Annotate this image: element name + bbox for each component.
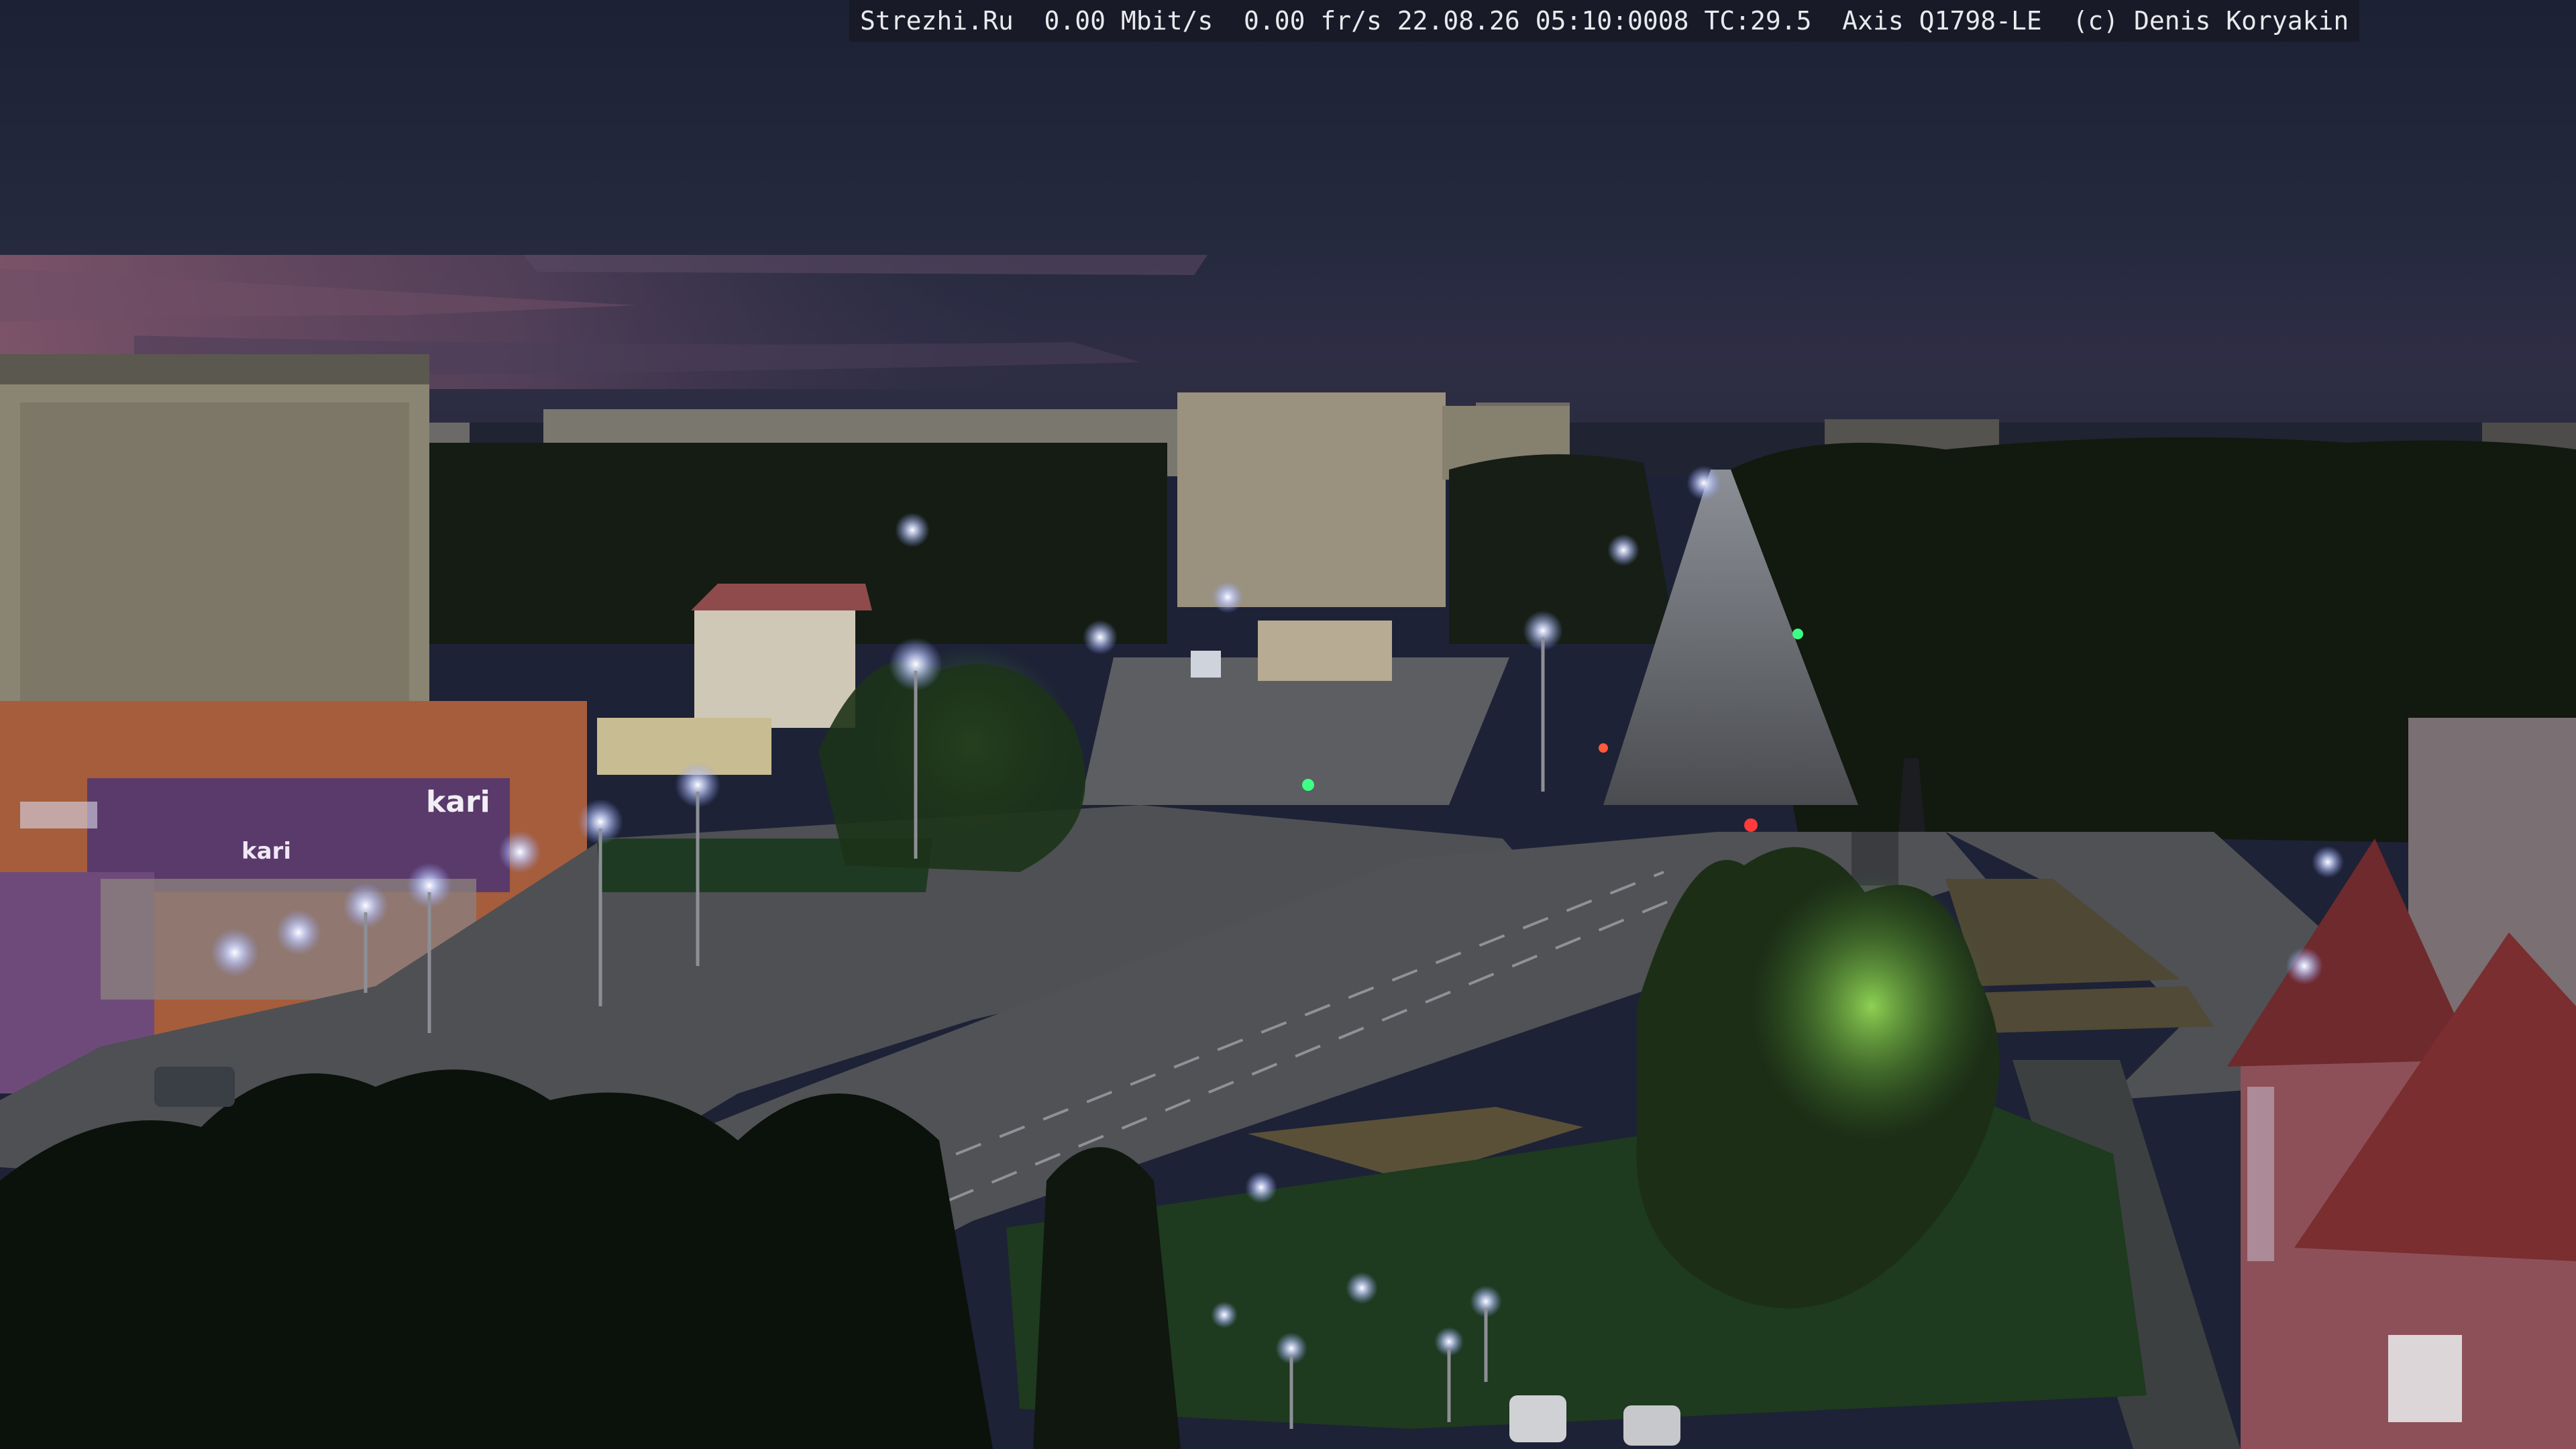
webcam-scene: kari kari (0, 0, 2576, 1449)
bus-shelter (1191, 651, 1221, 678)
overlay-bitrate: 0.00 Mbit/s (1044, 6, 1214, 36)
overlay-date: 22.08.26 (1397, 6, 1520, 36)
parked-car (1509, 1395, 1566, 1442)
shop-annex (597, 718, 771, 775)
overlay-camera: Axis Q1798-LE (1842, 6, 2042, 36)
flower-bed (1972, 986, 2214, 1033)
apartment-roof (0, 354, 429, 384)
pavilion (1258, 621, 1392, 681)
parked-car (154, 1067, 235, 1107)
tree-line-center (1449, 454, 1677, 644)
traffic-light-green (1792, 629, 1803, 639)
house-roof (691, 584, 872, 610)
cloud-band (523, 255, 1208, 275)
store-sign: kari (426, 785, 490, 819)
overlay-framerate: 0.00 fr/s (1243, 6, 1382, 36)
parked-car (1623, 1405, 1680, 1446)
store-sign-secondary: kari (241, 838, 291, 865)
traffic-light-green (1302, 779, 1314, 791)
traffic-light-red (1599, 743, 1608, 753)
tree-mid-left (818, 661, 1085, 872)
traffic-light-red (1744, 818, 1758, 832)
trees-foreground-center (1033, 1147, 1181, 1449)
pink-building-window (2388, 1335, 2462, 1422)
overlay-credit: (c) Denis Koryakin (2072, 6, 2349, 36)
storefront-sign-left (20, 802, 97, 828)
overlay-temperature: TC:29.5 (1704, 6, 1812, 36)
trees-foreground-left (0, 1069, 993, 1449)
lit-tree (1751, 872, 1992, 1140)
camera-overlay: Strezhi.Ru 0.00 Mbit/s 0.00 fr/s 22.08.2… (849, 0, 2360, 42)
house (694, 607, 855, 728)
apartment-windows (20, 402, 409, 751)
apartment-block-center (1177, 392, 1446, 607)
overlay-time: 05:10:0008 (1535, 6, 1689, 36)
pink-building-sign (2247, 1087, 2274, 1261)
overlay-site: Strezhi.Ru (860, 6, 1014, 36)
